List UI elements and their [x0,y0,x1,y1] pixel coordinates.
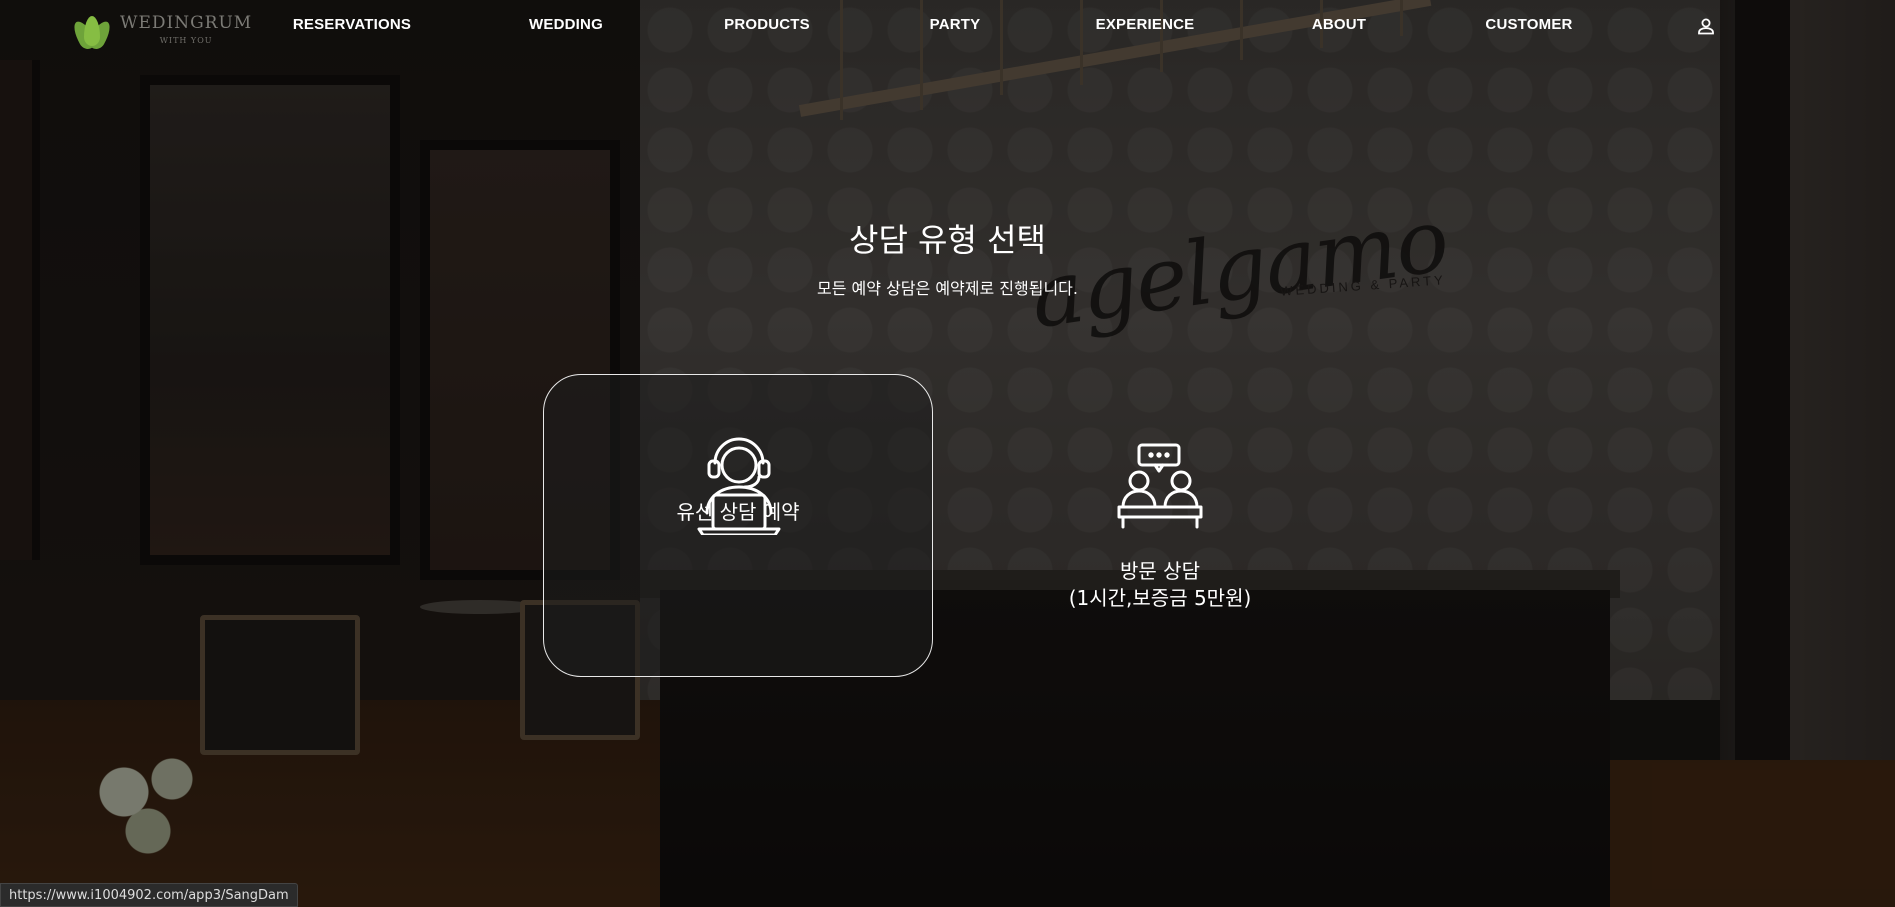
leaf-logo-icon [69,14,115,52]
nav-about[interactable]: ABOUT [1312,16,1366,33]
user-icon[interactable] [1696,16,1716,36]
nav-reservations[interactable]: RESERVATIONS [293,16,411,33]
page-title: 상담 유형 선택 [849,221,1046,259]
nav-experience[interactable]: EXPERIENCE [1096,16,1195,33]
site-logo[interactable]: WEDINGRUM WITH YOU [69,13,262,54]
meeting-consult-icon [1117,443,1203,529]
site-header: WEDINGRUM WITH YOU RESERVATIONS WEDDING … [0,0,1895,52]
nav-customer[interactable]: CUSTOMER [1485,16,1572,33]
nav-wedding[interactable]: WEDDING [529,16,603,33]
status-bar-url: https://www.i1004902.com/app3/SangDam [0,883,298,907]
nav-products[interactable]: PRODUCTS [724,16,810,33]
visit-consult-option[interactable]: 방문 상담 (1시간,보증금 5만원) [965,374,1355,677]
logo-tagline: WITH YOU [159,36,213,45]
option-sublabel: (1시간,보증금 5만원) [1068,586,1252,610]
nav-party[interactable]: PARTY [930,16,981,33]
background-photo: agelgamo WEDDING & PARTY [0,0,1895,907]
option-label: 유선 상담 예약 [676,500,800,524]
option-label: 방문 상담 [1120,559,1200,583]
dark-overlay [0,0,1895,907]
phone-consult-option[interactable]: 유선 상담 예약 [543,374,933,677]
logo-name: WEDINGRUM [120,13,253,33]
page-subtitle: 모든 예약 상담은 예약제로 진행됩니다. [817,279,1078,298]
